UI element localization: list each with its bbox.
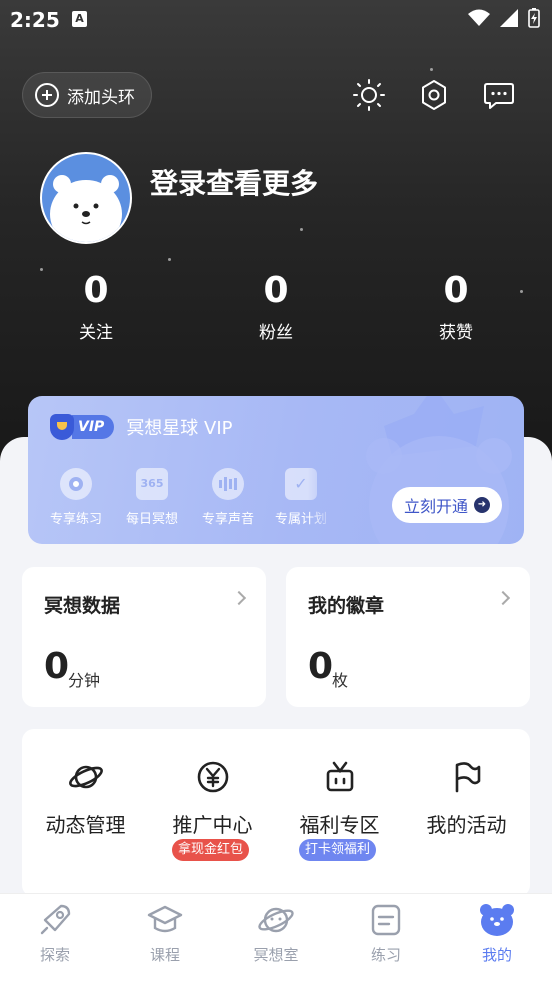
tab-label: 课程 xyxy=(149,946,180,964)
plan-check-icon: ✓ xyxy=(285,468,317,500)
tab-label: 练习 xyxy=(370,946,401,964)
menu-item-promotion-center[interactable]: 推广中心 xyxy=(149,759,276,838)
promo-tag: 拿现金红包 xyxy=(172,839,250,861)
yen-coin-icon xyxy=(197,761,228,793)
planet-tab-icon xyxy=(258,907,294,933)
bear-avatar-icon xyxy=(50,175,122,242)
wifi-icon xyxy=(468,9,490,26)
stat-label: 粉丝 xyxy=(259,323,293,343)
vip-banner[interactable]: VIP 冥想星球 VIP 专享练习 365 每日冥想 专享声音 ✓ 专属计划 立… xyxy=(28,396,524,544)
stat-label: 获赞 xyxy=(439,323,473,343)
menu-item-my-activities[interactable]: 我的活动 xyxy=(403,759,530,838)
signal-icon xyxy=(500,9,518,27)
tab-courses[interactable]: 课程 xyxy=(110,902,220,965)
stat-value: 0 xyxy=(83,270,109,311)
theme-toggle-icon[interactable] xyxy=(352,78,386,112)
plus-circle-icon xyxy=(35,83,59,107)
meditation-data-card[interactable]: 冥想数据 0 分钟 xyxy=(22,567,266,707)
bear-face-icon xyxy=(480,904,514,936)
add-frame-label: 添加头环 xyxy=(67,87,135,108)
stat-following[interactable]: 0 关注 xyxy=(36,270,156,343)
graduation-cap-icon xyxy=(147,905,183,933)
card-unit: 分钟 xyxy=(68,671,101,690)
stat-likes[interactable]: 0 获赞 xyxy=(396,270,516,343)
card-value: 0 xyxy=(44,646,70,687)
stat-value: 0 xyxy=(263,270,289,311)
vip-shield-icon xyxy=(50,414,74,440)
vip-feature[interactable]: 专享练习 xyxy=(38,468,114,527)
menu-item-label: 福利专区 xyxy=(299,813,380,837)
message-icon[interactable] xyxy=(482,78,516,112)
status-bar: 2:25 A xyxy=(0,0,552,38)
audio-bars-icon xyxy=(212,468,244,500)
tab-label: 我的 xyxy=(481,946,512,964)
rocket-icon xyxy=(40,904,71,935)
notification-icon: A xyxy=(72,11,87,27)
vip-feature-label: 专属计划 xyxy=(274,512,327,527)
settings-icon[interactable] xyxy=(417,78,451,112)
bottom-tab-bar: 探索 课程 冥想室 练习 我的 xyxy=(0,893,552,983)
card-title: 冥想数据 xyxy=(44,595,121,617)
vip-feature[interactable]: 365 每日冥想 xyxy=(114,468,190,527)
arrow-right-icon: ➜ xyxy=(474,497,490,513)
vip-feature-label: 每日冥想 xyxy=(125,512,178,527)
card-title: 我的徽章 xyxy=(308,595,385,617)
vip-title: 冥想星球 VIP xyxy=(126,418,233,439)
menu-item-welfare-zone[interactable]: 福利专区 xyxy=(276,759,403,838)
vip-feature-label: 专享声音 xyxy=(201,512,254,527)
vip-open-button[interactable]: 立刻开通 ➜ xyxy=(392,487,502,523)
my-badges-card[interactable]: 我的徽章 0 枚 xyxy=(286,567,530,707)
notebook-icon xyxy=(371,904,401,936)
menu-item-post-management[interactable]: 动态管理 xyxy=(22,759,149,838)
stat-value: 0 xyxy=(443,270,469,311)
battery-icon xyxy=(528,8,540,28)
tab-me[interactable]: 我的 xyxy=(442,902,552,965)
flag-icon xyxy=(455,762,480,793)
vip-open-label: 立刻开通 xyxy=(403,497,468,516)
feature-menu: 动态管理 推广中心 拿现金红包 福利专区 打卡领福利 我的活动 xyxy=(22,729,530,897)
stat-followers[interactable]: 0 粉丝 xyxy=(216,270,336,343)
add-avatar-frame-button[interactable]: 添加头环 xyxy=(22,72,152,118)
tab-label: 探索 xyxy=(39,946,70,964)
stat-label: 关注 xyxy=(79,323,113,343)
menu-item-label: 我的活动 xyxy=(426,813,507,837)
menu-item-label: 推广中心 xyxy=(172,813,253,837)
vip-badge: VIP xyxy=(72,415,115,439)
chevron-right-icon xyxy=(495,590,511,606)
login-prompt[interactable]: 登录查看更多 xyxy=(150,162,318,202)
welfare-tag: 打卡领福利 xyxy=(299,839,377,861)
status-time: 2:25 xyxy=(10,8,60,32)
planet-icon xyxy=(68,765,103,789)
tab-practice[interactable]: 练习 xyxy=(331,902,441,965)
tab-label: 冥想室 xyxy=(253,946,299,964)
vip-feature[interactable]: 专享声音 xyxy=(190,468,266,527)
calendar-365-icon: 365 xyxy=(136,468,168,500)
disc-icon xyxy=(60,468,92,500)
vip-feature-label: 专享练习 xyxy=(49,512,102,527)
avatar[interactable] xyxy=(40,152,132,244)
card-value: 0 xyxy=(308,646,334,687)
card-unit: 枚 xyxy=(332,671,349,690)
tab-meditation-room[interactable]: 冥想室 xyxy=(221,902,331,965)
menu-item-label: 动态管理 xyxy=(45,813,126,837)
tab-explore[interactable]: 探索 xyxy=(0,902,110,965)
vip-feature[interactable]: ✓ 专属计划 xyxy=(266,468,336,527)
chevron-right-icon xyxy=(231,590,247,606)
gift-icon xyxy=(326,761,353,792)
